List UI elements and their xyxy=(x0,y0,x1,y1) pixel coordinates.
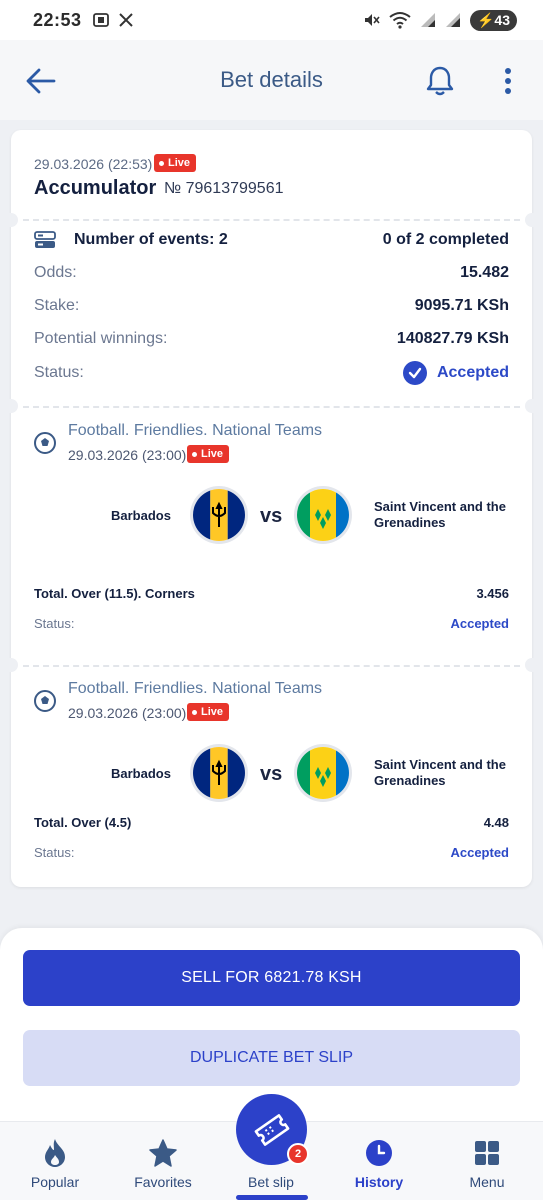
event-2-status-label: Status: xyxy=(34,845,75,860)
status-value: Accepted xyxy=(402,361,509,385)
bet-slip-count-badge: 2 xyxy=(287,1143,309,1165)
nav-item-popular[interactable]: Popular xyxy=(10,1122,100,1200)
football-icon xyxy=(34,432,56,454)
nav-label-popular: Popular xyxy=(30,1174,80,1190)
bet-number: № 79613799561 xyxy=(164,180,284,197)
event-1-live-badge: Live xyxy=(187,445,230,463)
event-1-market-row: Total. Over (11.5). Corners 3.456 xyxy=(34,586,509,601)
event-2-league: Football. Friendlies. National Teams xyxy=(68,680,323,697)
event-2-live-label: Live xyxy=(201,706,224,718)
clock-icon xyxy=(364,1138,394,1168)
ticket-icon xyxy=(254,1113,289,1146)
event-2-date: 29.03.2026 (23:00) xyxy=(68,705,187,721)
status-system-icons: ⚡43 xyxy=(362,9,517,31)
status-label: Status: xyxy=(34,364,84,381)
event-1-away-line1: Saint Vincent and the xyxy=(374,499,506,514)
event-2-status-row: Status: Accepted xyxy=(34,845,509,860)
nav-item-favorites[interactable]: Favorites xyxy=(118,1122,208,1200)
page-title: Bet details xyxy=(220,67,323,92)
stake-label: Stake: xyxy=(34,297,80,314)
event-2-home-team: Barbados xyxy=(111,766,171,781)
signal-icon xyxy=(420,13,435,27)
status-time: 22:53 xyxy=(33,9,82,30)
event-1-league: Football. Friendlies. National Teams xyxy=(68,422,323,439)
svg-flag-icon-2 xyxy=(297,747,349,799)
bell-icon[interactable] xyxy=(424,64,456,98)
event-2-live-badge: Live xyxy=(187,703,230,721)
more-options-icon[interactable] xyxy=(498,64,518,98)
status-value-label: Accepted xyxy=(436,364,509,381)
event-2-away-line1: Saint Vincent and the xyxy=(374,757,506,772)
winnings-row: Potential winnings: 140827.79 KSh xyxy=(34,330,509,348)
x-app-icon xyxy=(118,13,133,27)
event-1-away-team: Saint Vincent and the Grenadines xyxy=(374,499,506,531)
barbados-flag-icon-2 xyxy=(193,747,245,799)
star-icon xyxy=(148,1138,178,1168)
list-toggle-icon xyxy=(34,231,56,248)
odds-row: Odds: 15.482 xyxy=(34,264,509,282)
event-1-vs: vs xyxy=(260,505,283,527)
events-count: Number of events: 2 xyxy=(34,231,228,249)
wifi-icon xyxy=(389,12,411,29)
events-count-label: Number of events: 2 xyxy=(74,231,228,248)
football-icon-2 xyxy=(34,690,56,712)
status-bar: 22:53 ⚡43 xyxy=(0,0,543,40)
home-indicator xyxy=(236,1195,308,1200)
mute-icon xyxy=(364,14,380,26)
status-notification-icons xyxy=(92,11,134,29)
flame-icon xyxy=(40,1138,70,1168)
nav-item-menu[interactable]: Menu xyxy=(442,1122,532,1200)
screenshot-icon xyxy=(92,13,109,27)
bet-date: 29.03.2026 (22:53) xyxy=(34,156,153,172)
sell-button[interactable]: SELL FOR 6821.78 KSH xyxy=(23,950,520,1006)
odds-value: 15.482 xyxy=(460,264,509,281)
battery-level: 43 xyxy=(494,11,510,28)
live-badge-label: Live xyxy=(168,157,191,169)
back-arrow-icon[interactable] xyxy=(24,64,58,98)
barbados-flag-icon xyxy=(193,489,245,541)
duplicate-bet-slip-button[interactable]: DUPLICATE BET SLIP xyxy=(23,1030,520,1086)
stake-row: Stake: 9095.71 KSh xyxy=(34,297,509,315)
winnings-label: Potential winnings: xyxy=(34,330,168,347)
event-2-away-line2: Grenadines xyxy=(374,773,446,788)
event-2-vs: vs xyxy=(260,763,283,785)
event-1-status-row: Status: Accepted xyxy=(34,616,509,631)
odds-label: Odds: xyxy=(34,264,77,281)
event-2-status: Accepted xyxy=(450,845,509,860)
nav-item-history[interactable]: History xyxy=(334,1122,424,1200)
status-row: Status: Accepted xyxy=(34,361,509,385)
stake-value: 9095.71 KSh xyxy=(414,297,509,314)
event-1-odds: 3.456 xyxy=(476,586,509,601)
event-2-away-team: Saint Vincent and the Grenadines xyxy=(374,757,506,789)
winnings-value: 140827.79 KSh xyxy=(396,330,509,347)
live-badge: Live xyxy=(154,154,197,172)
bet-type: Accumulator xyxy=(34,177,157,199)
event-1-status: Accepted xyxy=(450,616,509,631)
event-1-status-label: Status: xyxy=(34,616,75,631)
event-2-market-row: Total. Over (4.5) 4.48 xyxy=(34,815,509,830)
signal-icon-2 xyxy=(445,13,460,27)
bet-details-card: 29.03.2026 (22:53) Live Accumulator № 79… xyxy=(4,130,539,887)
event-2-odds: 4.48 xyxy=(483,815,509,830)
check-circle-icon xyxy=(402,361,427,385)
event-2-market: Total. Over (4.5) xyxy=(34,815,132,830)
event-1-home-team: Barbados xyxy=(111,508,171,523)
event-1-live-label: Live xyxy=(201,448,224,460)
battery-indicator: ⚡43 xyxy=(469,9,517,31)
event-1-market: Total. Over (11.5). Corners xyxy=(34,586,195,601)
completed-count: 0 of 2 completed xyxy=(382,231,509,248)
events-summary-row: Number of events: 2 0 of 2 completed xyxy=(34,231,509,249)
nav-label-history: History xyxy=(354,1174,404,1190)
nav-label-bet-slip: Bet slip xyxy=(248,1174,294,1190)
event-1-date: 29.03.2026 (23:00) xyxy=(68,447,187,463)
app-header: Bet details xyxy=(0,40,543,120)
grid-icon xyxy=(472,1138,502,1168)
nav-label-favorites: Favorites xyxy=(134,1174,192,1190)
svg-flag-icon xyxy=(297,489,349,541)
nav-label-menu: Menu xyxy=(469,1174,505,1190)
event-1-away-line2: Grenadines xyxy=(374,515,446,530)
